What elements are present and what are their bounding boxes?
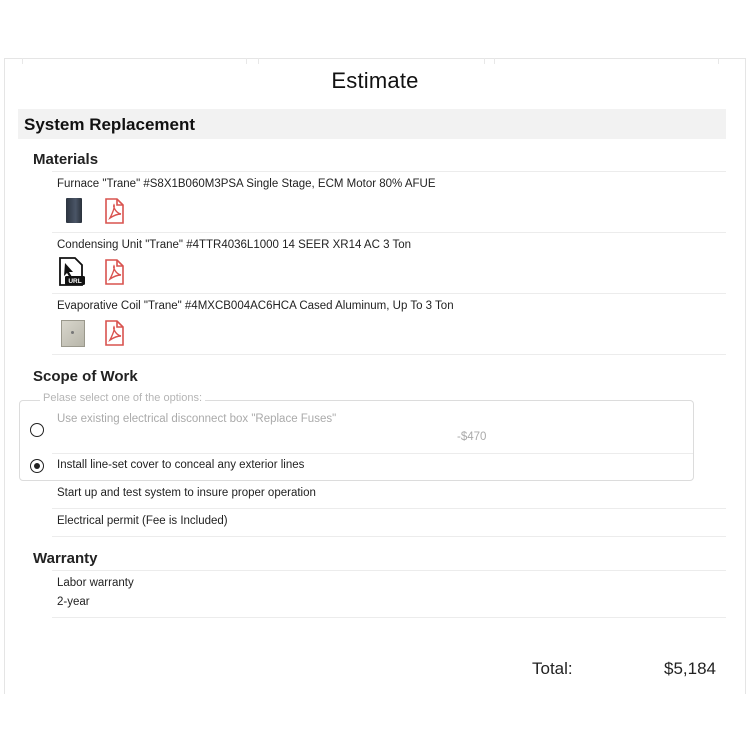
section-header-system-replacement: System Replacement	[18, 109, 726, 139]
material-item-evaporative-coil: Evaporative Coil "Trane" #4MXCB004AC6HCA…	[57, 300, 454, 312]
options-prompt: Pelase select one of the options:	[40, 392, 205, 404]
warranty-value: 2-year	[57, 596, 90, 608]
total-label: Total:	[532, 659, 573, 678]
option-label-replace-fuses[interactable]: Use existing electrical disconnect box "…	[57, 413, 336, 425]
divider	[52, 171, 726, 172]
material-item-condensing-unit: Condensing Unit "Trane" #4TTR4036L1000 1…	[57, 239, 412, 251]
materials-heading: Materials	[33, 151, 99, 168]
warranty-heading: Warranty	[33, 550, 98, 567]
material-item-furnace: Furnace "Trane" #S8X1B060M3PSA Single St…	[57, 178, 436, 190]
pdf-icon[interactable]	[103, 198, 125, 224]
option-label-line-set-cover[interactable]: Install line-set cover to conceal any ex…	[57, 459, 304, 471]
divider	[52, 617, 726, 618]
pdf-icon[interactable]	[103, 320, 125, 346]
divider	[52, 536, 726, 537]
divider	[52, 570, 726, 571]
coil-thumbnail-icon[interactable]	[61, 320, 85, 347]
page-title: Estimate	[331, 68, 419, 93]
section-title: System Replacement	[24, 115, 196, 134]
url-link-icon[interactable]: URL	[57, 257, 87, 287]
option-radio-replace-fuses[interactable]	[30, 423, 44, 437]
scope-item-startup: Start up and test system to insure prope…	[57, 487, 316, 499]
warranty-label: Labor warranty	[57, 577, 134, 589]
furnace-thumbnail-icon[interactable]	[66, 198, 82, 223]
url-icon-label: URL	[68, 278, 81, 285]
divider	[52, 508, 726, 509]
divider	[52, 232, 726, 233]
divider	[52, 453, 693, 454]
scope-item-permit: Electrical permit (Fee is Included)	[57, 515, 228, 527]
total-value: $5,184	[664, 659, 716, 678]
pdf-icon[interactable]	[103, 259, 125, 285]
divider	[52, 293, 726, 294]
top-divider-ticks	[0, 58, 750, 64]
option-radio-line-set-cover[interactable]	[30, 459, 44, 473]
scope-heading: Scope of Work	[33, 368, 138, 385]
divider	[52, 354, 726, 355]
option-price: -$470	[457, 431, 487, 443]
